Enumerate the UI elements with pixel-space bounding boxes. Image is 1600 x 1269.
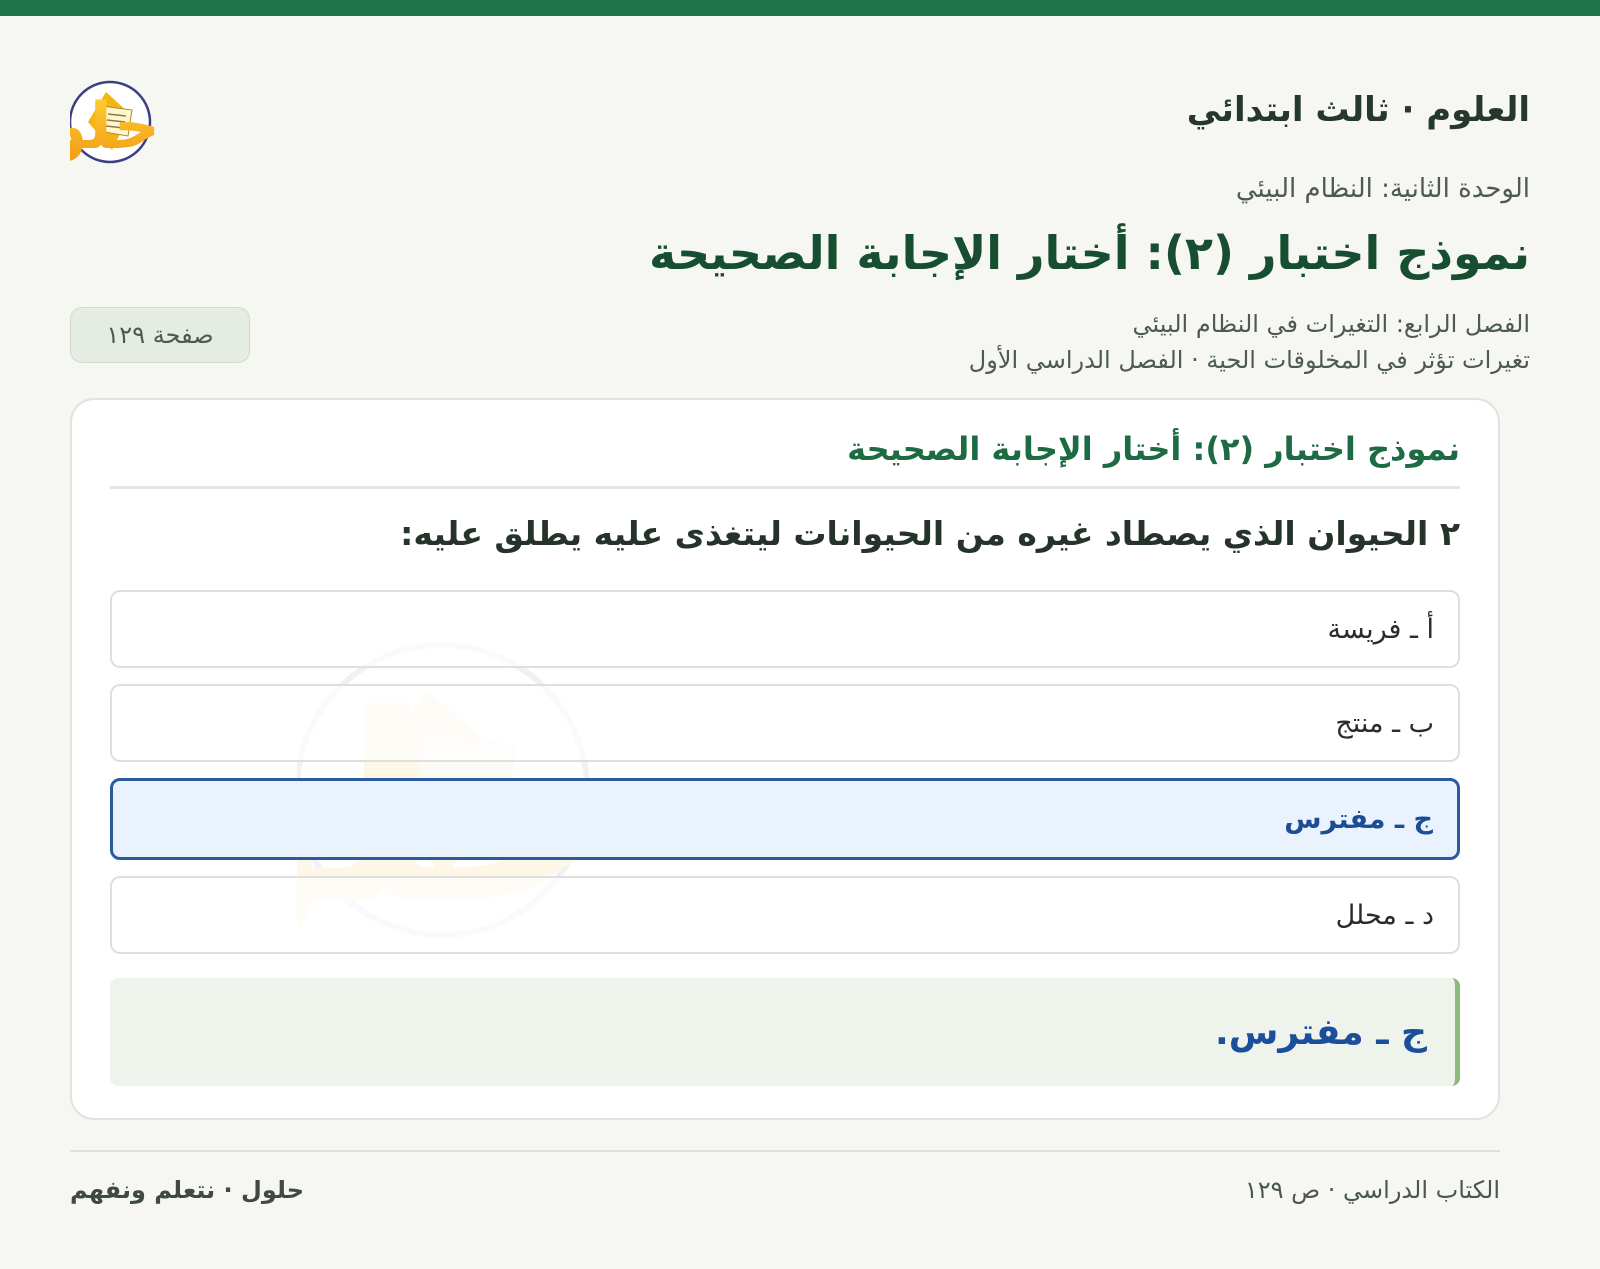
question-text: ٢ الحيوان الذي يصطاد غيره من الحيوانات ل… (400, 514, 1460, 553)
hulul-logo[interactable]: حلول (70, 66, 340, 166)
logo-text: حلول (70, 90, 160, 164)
card-divider (110, 486, 1460, 489)
page: العلوم · ثالث ابتدائي حلول الوحدة الثاني… (70, 16, 1530, 1269)
top-accent-bar (0, 0, 1600, 16)
footer-brand[interactable]: حلول · نتعلم ونفهم (70, 1176, 304, 1204)
footer-divider (70, 1150, 1500, 1152)
chapter-line-1: الفصل الرابع: التغيرات في النظام البيئي (1132, 310, 1531, 338)
answer-box: ج ـ مفترس. (110, 978, 1460, 1086)
subject-title: العلوم · ثالث ابتدائي (1186, 90, 1530, 130)
page-number-badge: صفحة ١٢٩ (70, 307, 250, 363)
unit-label: الوحدة الثانية: النظام البيئي (1235, 174, 1530, 204)
chapter-info: الفصل الرابع: التغيرات في النظام البيئي … (969, 306, 1530, 378)
header: العلوم · ثالث ابتدائي حلول (70, 46, 1530, 164)
question-card: حلول نموذج اختبار (٢): أختار الإجابة الص… (70, 398, 1500, 1120)
option-d[interactable]: د ـ محلل (110, 876, 1460, 954)
page-title: نموذج اختبار (٢): أختار الإجابة الصحيحة (649, 226, 1530, 280)
card-title: نموذج اختبار (٢): أختار الإجابة الصحيحة (847, 430, 1460, 468)
chapter-line-2: تغيرات تؤثر في المخلوقات الحية · الفصل ا… (968, 346, 1530, 374)
option-c-selected[interactable]: ج ـ مفترس (110, 778, 1460, 860)
option-b[interactable]: ب ـ منتج (110, 684, 1460, 762)
options-list: أ ـ فريسة ب ـ منتج ج ـ مفترس د ـ محلل (110, 590, 1460, 970)
option-a[interactable]: أ ـ فريسة (110, 590, 1460, 668)
footer-book-ref: الكتاب الدراسي · ص ١٢٩ (1244, 1176, 1500, 1204)
